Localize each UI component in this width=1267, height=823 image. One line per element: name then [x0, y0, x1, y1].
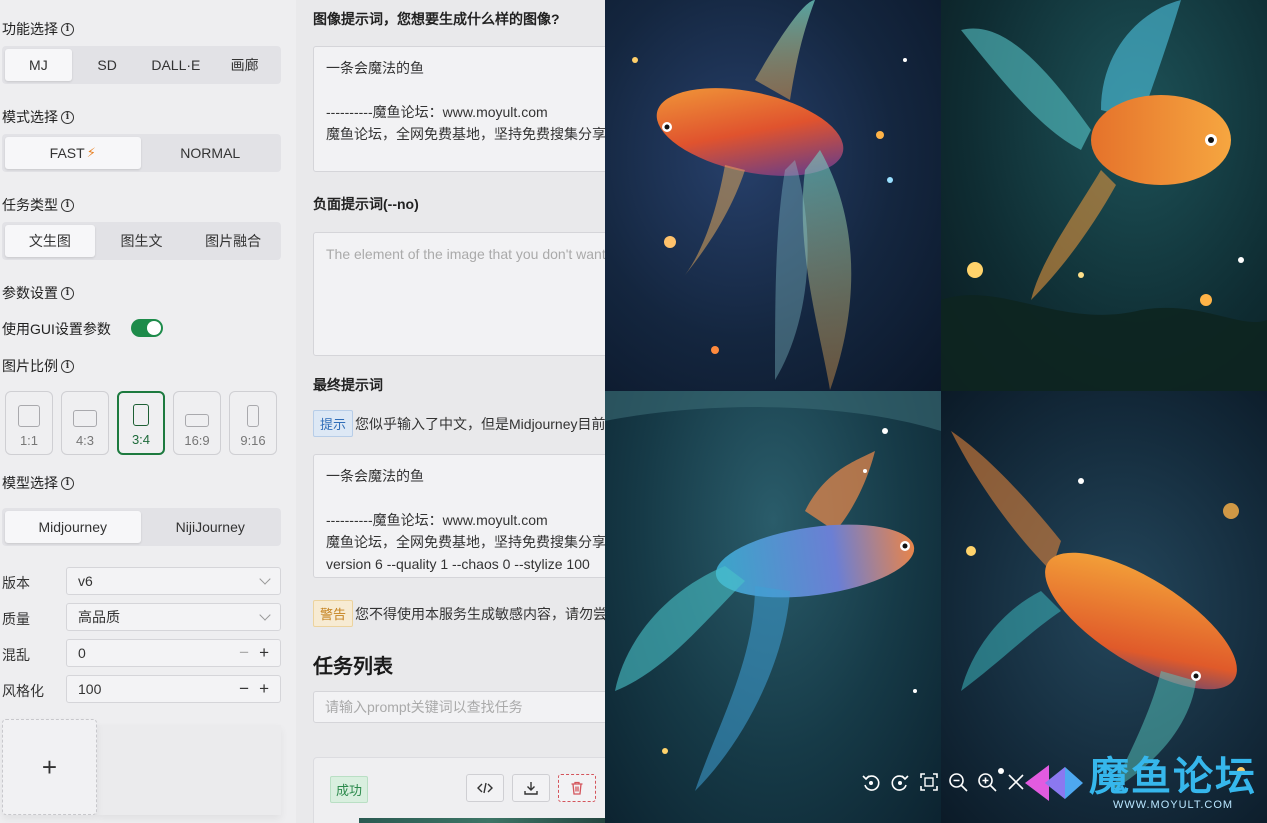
rotate-right-icon[interactable] [889, 771, 911, 793]
landscape-shape-icon [73, 410, 97, 427]
tab-image-blend[interactable]: 图片融合 [188, 225, 278, 257]
rotate-left-icon[interactable] [860, 771, 882, 793]
chaos-input[interactable]: 0 − + [66, 639, 281, 667]
watermark-title: 魔鱼论坛 [1089, 754, 1257, 800]
info-icon[interactable]: i [61, 110, 74, 124]
fish-illustration [632, 0, 907, 390]
generated-image-2[interactable] [941, 0, 1267, 391]
fit-screen-icon[interactable] [918, 771, 940, 793]
portrait-shape-icon [133, 404, 149, 426]
lightning-icon: ⚡ [86, 145, 96, 160]
negative-prompt-textarea[interactable]: The element of the image that you don't … [313, 232, 605, 356]
model-tabs: Midjourney NijiJourney [2, 508, 281, 546]
image-preview-overlay: 魔鱼论坛 WWW.MOYULT.COM [605, 0, 1267, 823]
chaos-label: 混乱 [2, 647, 30, 663]
chevron-down-icon [259, 609, 271, 621]
negative-prompt-title: 负面提示词(--no) [313, 196, 419, 212]
ratio-option-4-3[interactable]: 4:3 [61, 391, 109, 455]
tab-mj[interactable]: MJ [5, 49, 72, 81]
status-badge: 成功 [330, 776, 369, 803]
info-icon[interactable]: i [61, 286, 74, 300]
ratio-option-16-9[interactable]: 16:9 [173, 391, 221, 455]
info-icon[interactable]: i [61, 359, 74, 373]
info-icon[interactable]: i [61, 476, 74, 490]
download-button[interactable] [512, 774, 550, 802]
final-prompt-title: 最终提示词 [313, 377, 383, 393]
param-settings-label: 参数设置 i [2, 283, 74, 303]
chevron-down-icon [259, 573, 271, 585]
gui-params-toggle[interactable] [131, 319, 163, 337]
image-upload-button[interactable]: + [2, 719, 97, 815]
close-icon[interactable] [1005, 771, 1027, 793]
task-type-tabs: 文生图 图生文 图片融合 [2, 222, 281, 260]
generated-image-3[interactable] [605, 391, 941, 823]
minus-icon[interactable]: − [239, 643, 249, 663]
sensitive-content-warning: 警告 您不得使用本服务生成敏感内容，请勿尝试 [313, 600, 605, 627]
mode-tabs: FAST ⚡ NORMAL [2, 134, 281, 172]
fish-illustration [605, 391, 941, 791]
task-thumbnail[interactable] [359, 818, 605, 823]
delete-button[interactable] [558, 774, 596, 802]
prompt-title: 图像提示词，您想要生成什么样的图像? [313, 11, 560, 27]
generated-image-1[interactable] [605, 0, 941, 391]
info-icon[interactable]: i [61, 22, 74, 36]
plus-icon[interactable]: + [259, 643, 269, 663]
stylize-input[interactable]: 100 − + [66, 675, 281, 703]
function-tabs: MJ SD DALL·E 画廊 [2, 46, 281, 84]
plus-icon: + [41, 751, 58, 782]
ratio-option-3-4[interactable]: 3:4 [117, 391, 165, 455]
brand-logo-icon [1025, 765, 1083, 801]
code-icon [477, 782, 493, 794]
minus-icon[interactable]: − [239, 679, 249, 699]
tab-normal[interactable]: NORMAL [143, 137, 279, 169]
prompt-panel: 图像提示词，您想要生成什么样的图像? 一条会魔法的鱼 ----------魔鱼论… [296, 0, 605, 823]
tab-gallery[interactable]: 画廊 [211, 49, 278, 81]
tab-midjourney[interactable]: Midjourney [5, 511, 141, 543]
quality-select[interactable]: 高品质 [66, 603, 281, 631]
upload-panel [97, 725, 281, 815]
wide-shape-icon [185, 414, 209, 427]
viewer-toolbar [860, 771, 1027, 793]
zoom-out-icon[interactable] [947, 771, 969, 793]
view-code-button[interactable] [466, 774, 504, 802]
watermark-url: WWW.MOYULT.COM [1112, 799, 1234, 811]
fish-illustration [941, 0, 1267, 391]
task-card: 成功 [313, 757, 605, 823]
image-ratio-label: 图片比例 i [2, 356, 74, 376]
function-select-label: 功能选择 i [2, 19, 74, 39]
version-select[interactable]: v6 [66, 567, 281, 595]
ratio-option-9-16[interactable]: 9:16 [229, 391, 277, 455]
mode-select-label: 模式选择 i [2, 107, 74, 127]
info-icon[interactable]: i [61, 198, 74, 212]
final-prompt-textarea[interactable]: 一条会魔法的鱼 ----------魔鱼论坛：www.moyult.com 魔鱼… [313, 454, 605, 578]
tab-nijijourney[interactable]: NijiJourney [143, 511, 279, 543]
tab-dalle[interactable]: DALL·E [143, 49, 210, 81]
tall-shape-icon [247, 405, 259, 427]
ratio-option-1-1[interactable]: 1:1 [5, 391, 53, 455]
task-type-label: 任务类型 i [2, 195, 74, 215]
tab-fast[interactable]: FAST ⚡ [5, 137, 141, 169]
stylize-label: 风格化 [2, 683, 44, 699]
gui-params-label: 使用GUI设置参数 [2, 321, 111, 337]
tab-image-to-text[interactable]: 图生文 [97, 225, 187, 257]
settings-sidebar: 功能选择 i MJ SD DALL·E 画廊 模式选择 i FAST ⚡ NORM… [0, 0, 296, 823]
tip-tag: 提示 [313, 410, 354, 437]
trash-icon [571, 781, 583, 795]
download-icon [524, 782, 538, 795]
warning-tag: 警告 [313, 600, 354, 627]
zoom-in-icon[interactable] [976, 771, 998, 793]
quality-label: 质量 [2, 611, 30, 627]
task-search-input[interactable]: 请输入prompt关键词以查找任务 [313, 691, 605, 723]
model-select-label: 模型选择 i [2, 473, 74, 493]
tab-text-to-image[interactable]: 文生图 [5, 225, 95, 257]
task-list-title: 任务列表 [313, 656, 393, 678]
chinese-input-notice: 提示 您似乎输入了中文，但是Midjourney目前 [313, 410, 605, 437]
version-label: 版本 [2, 575, 30, 591]
prompt-textarea[interactable]: 一条会魔法的鱼 ----------魔鱼论坛：www.moyult.com 魔鱼… [313, 46, 605, 172]
tab-sd[interactable]: SD [74, 49, 141, 81]
square-shape-icon [18, 405, 40, 427]
forum-watermark-logo: 魔鱼论坛 WWW.MOYULT.COM [1025, 755, 1257, 811]
plus-icon[interactable]: + [259, 679, 269, 699]
